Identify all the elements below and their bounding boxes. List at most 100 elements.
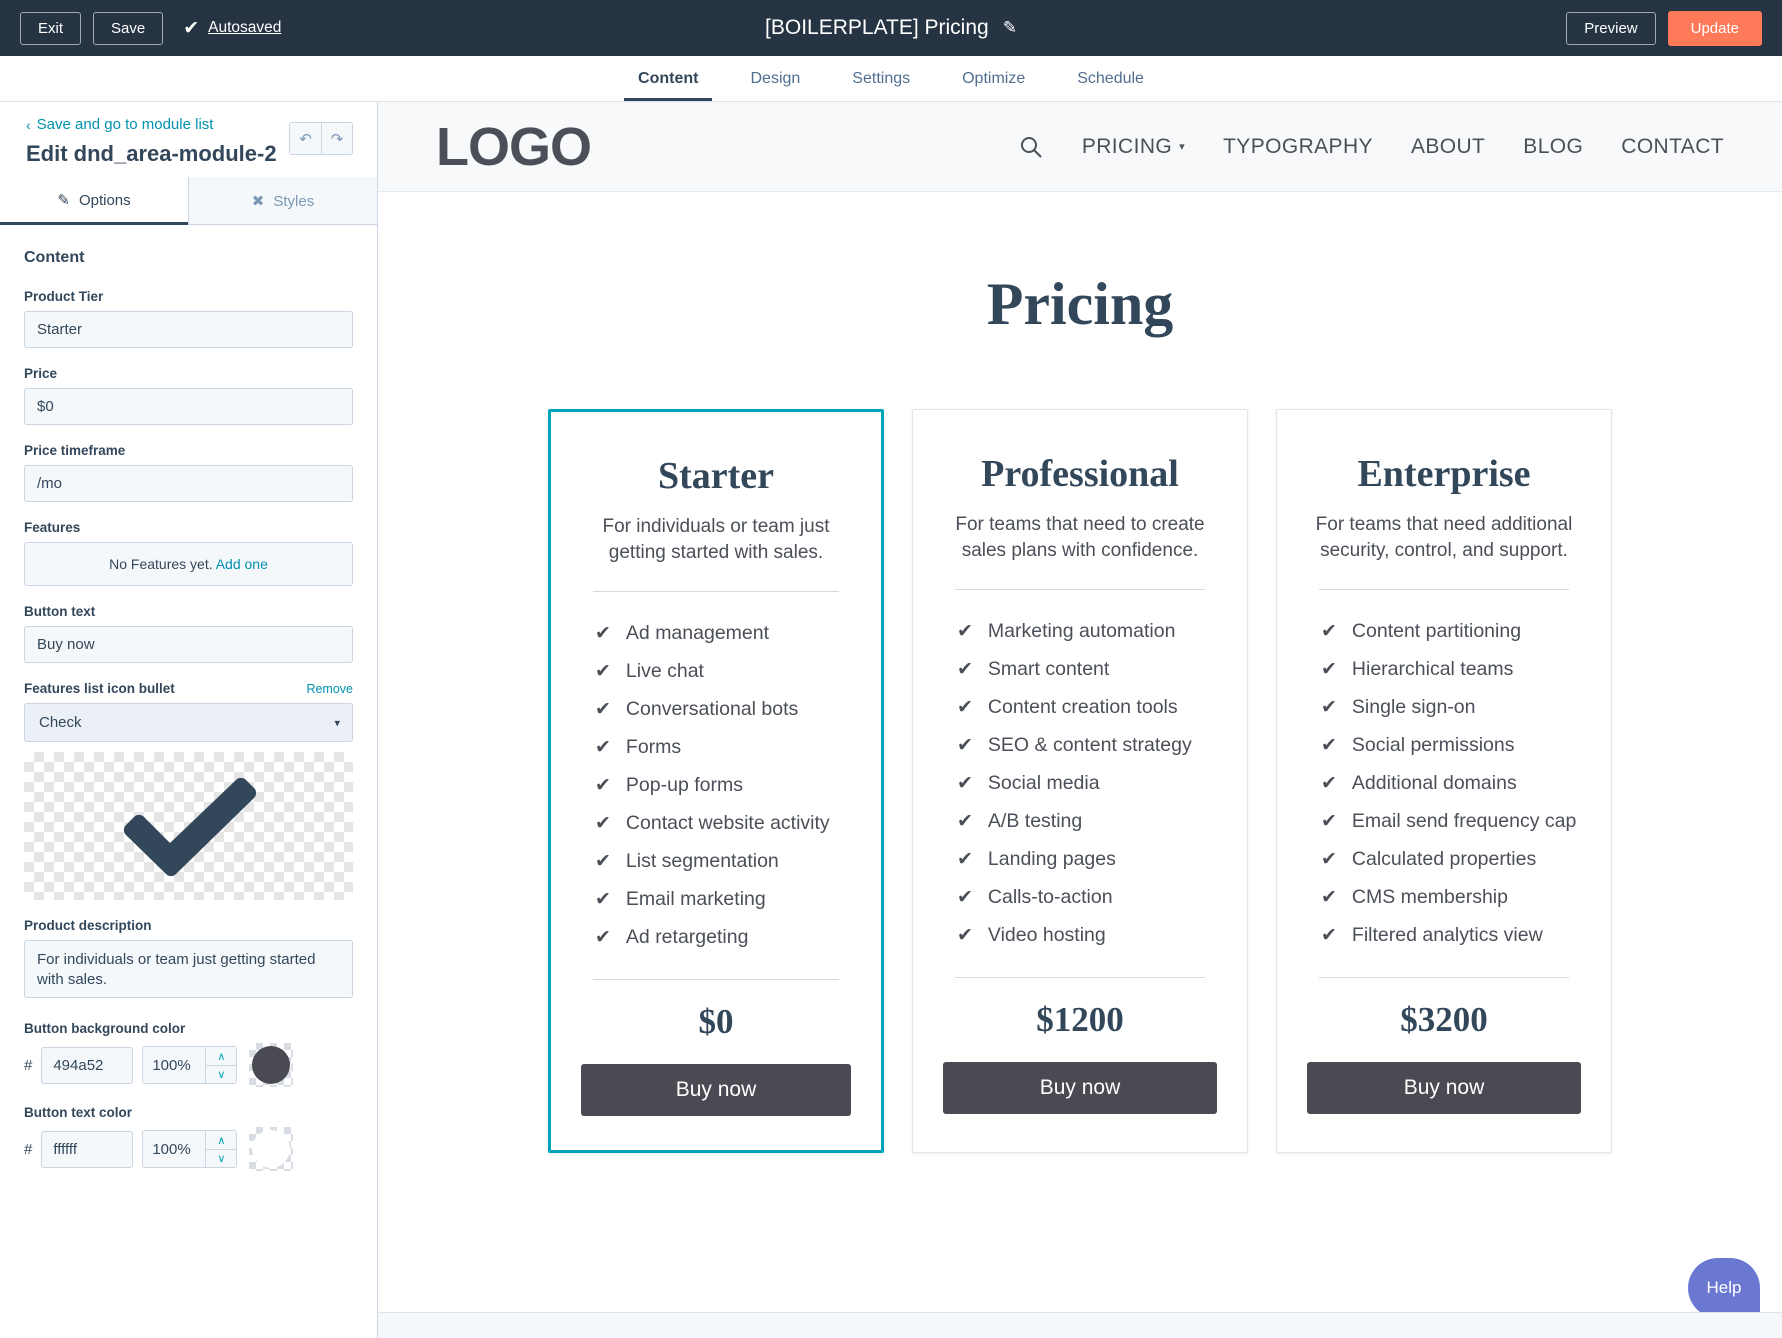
top-bar-right-group: Preview Update [1566,10,1762,46]
pencil-icon: ✎ [57,192,70,209]
feature-label: Calculated properties [1351,848,1537,871]
price-timeframe-input[interactable] [24,465,353,502]
help-button[interactable]: Help [1688,1258,1760,1318]
feature-item: ✔ Filtered analytics view [1321,924,1581,947]
product-description-textarea[interactable]: For individuals or team just getting sta… [24,940,353,998]
sidebar-header: ‹ Save and go to module list Edit dnd_ar… [0,102,377,177]
product-description-label: Product description [24,918,152,933]
button-bg-color-swatch[interactable] [249,1043,294,1087]
check-icon: ✔ [595,851,611,873]
feature-label: Video hosting [987,924,1106,947]
card-price: $1200 [1036,1000,1124,1040]
edit-pencil-icon[interactable]: ✎ [1003,18,1017,38]
redo-icon[interactable]: ↷ [321,123,352,154]
check-icon: ✔ [595,927,611,949]
feature-label: Social media [987,772,1100,795]
tab-design[interactable]: Design [724,56,826,101]
autosaved-link[interactable]: Autosaved [208,19,281,37]
tab-options[interactable]: ✎ Options [0,177,188,225]
button-text-input[interactable] [24,626,353,663]
check-icon: ✔ [957,887,973,909]
preview-button[interactable]: Preview [1566,11,1656,45]
remove-icon-link[interactable]: Remove [306,682,353,696]
card-title: Professional [981,453,1179,495]
feature-label: Marketing automation [987,620,1176,643]
feature-label: SEO & content strategy [987,734,1192,757]
nav-item-blog[interactable]: BLOG [1523,135,1583,159]
tab-settings[interactable]: Settings [826,56,936,101]
product-tier-input[interactable] [24,311,353,348]
button-text-opacity-group: ∧ ∨ [142,1130,238,1168]
tab-schedule[interactable]: Schedule [1051,56,1170,101]
feature-item: ✔ Contact website activity [595,812,851,835]
stepper-up-icon[interactable]: ∧ [206,1047,237,1065]
exit-button[interactable]: Exit [20,11,82,45]
check-icon: ✔ [957,925,973,947]
feature-label: Single sign-on [1351,696,1476,719]
tab-optimize[interactable]: Optimize [936,56,1051,101]
feature-label: Additional domains [1351,772,1517,795]
nav-item-typography[interactable]: TYPOGRAPHY [1223,135,1373,159]
nav-item-about[interactable]: ABOUT [1411,135,1485,159]
button-text-opacity-input[interactable] [143,1131,206,1167]
pricing-card-starter[interactable]: Starter For individuals or team just gett… [548,409,884,1154]
sidebar-form: Content Product Tier Price Price timefra… [0,225,377,1338]
buy-now-button[interactable]: Buy now [1307,1062,1581,1115]
feature-label: Social permissions [1351,734,1515,757]
button-text-color-swatch[interactable] [249,1127,294,1171]
search-icon[interactable] [1018,134,1044,160]
stepper-up-icon[interactable]: ∧ [206,1131,237,1149]
stepper-down-icon[interactable]: ∨ [206,1065,237,1083]
button-text-field: Button text [24,604,353,663]
tab-content[interactable]: Content [612,56,724,101]
nav-item-contact[interactable]: CONTACT [1621,135,1724,159]
feature-item: ✔ A/B testing [957,810,1217,833]
site-logo[interactable]: LOGO [436,116,592,178]
divider [1319,589,1569,591]
feature-label: Forms [625,736,682,759]
add-feature-link[interactable]: Add one [216,556,268,572]
buy-now-button[interactable]: Buy now [581,1064,851,1117]
feature-label: Pop-up forms [625,774,743,797]
feature-label: Conversational bots [625,698,799,721]
check-icon: ✔ [595,661,611,683]
button-text-color-row: # ∧ ∨ [24,1127,353,1171]
features-empty-state: No Features yet. Add one [24,542,353,586]
hash-symbol: # [24,1140,33,1158]
pricing-card-enterprise[interactable]: Enterprise For teams that need additional… [1276,409,1612,1154]
button-bg-hex-input[interactable] [41,1046,134,1084]
check-icon: ✔ [595,623,611,645]
site-nav-menu: PRICING ▾ TYPOGRAPHY ABOUT BLOG CONTACT [1018,134,1724,160]
card-title: Enterprise [1357,453,1531,495]
pricing-card-professional[interactable]: Professional For teams that need to creat… [912,409,1248,1154]
check-icon: ✔ [957,811,973,833]
undo-icon[interactable]: ↶ [290,123,321,154]
nav-item-pricing[interactable]: PRICING ▾ [1082,135,1185,159]
feature-label: Ad retargeting [625,926,749,949]
check-icon: ✔ [1321,925,1337,947]
icon-bullet-select[interactable]: Check [24,703,353,742]
button-text-hex-input[interactable] [41,1130,134,1168]
price-timeframe-label: Price timeframe [24,443,126,458]
price-input[interactable] [24,388,353,425]
feature-label: Content partitioning [1351,620,1522,643]
check-icon: ✔ [957,735,973,757]
buy-now-button[interactable]: Buy now [943,1062,1217,1115]
tab-options-label: Options [78,191,131,209]
button-bg-color-field: Button background color # ∧ ∨ [24,1021,353,1087]
update-button[interactable]: Update [1667,10,1762,46]
icon-preview-canvas [24,752,353,900]
check-icon: ✔ [595,737,611,759]
stepper-down-icon[interactable]: ∨ [206,1149,237,1167]
tab-styles[interactable]: ✖ Styles [188,177,377,224]
site-header: LOGO PRICING ▾ TYPOGRAPHY ABOUT BLOG CON… [378,102,1782,192]
swatch-circle [252,1130,291,1168]
button-text-color-field: Button text color # ∧ ∨ [24,1105,353,1171]
save-button[interactable]: Save [93,11,164,45]
feature-item: ✔ SEO & content strategy [957,734,1217,757]
check-icon: ✔ [957,773,973,795]
feature-label: CMS membership [1351,886,1508,909]
back-link-label: Save and go to module list [36,116,214,133]
button-text-color-label: Button text color [24,1105,132,1120]
button-bg-opacity-input[interactable] [143,1047,206,1083]
